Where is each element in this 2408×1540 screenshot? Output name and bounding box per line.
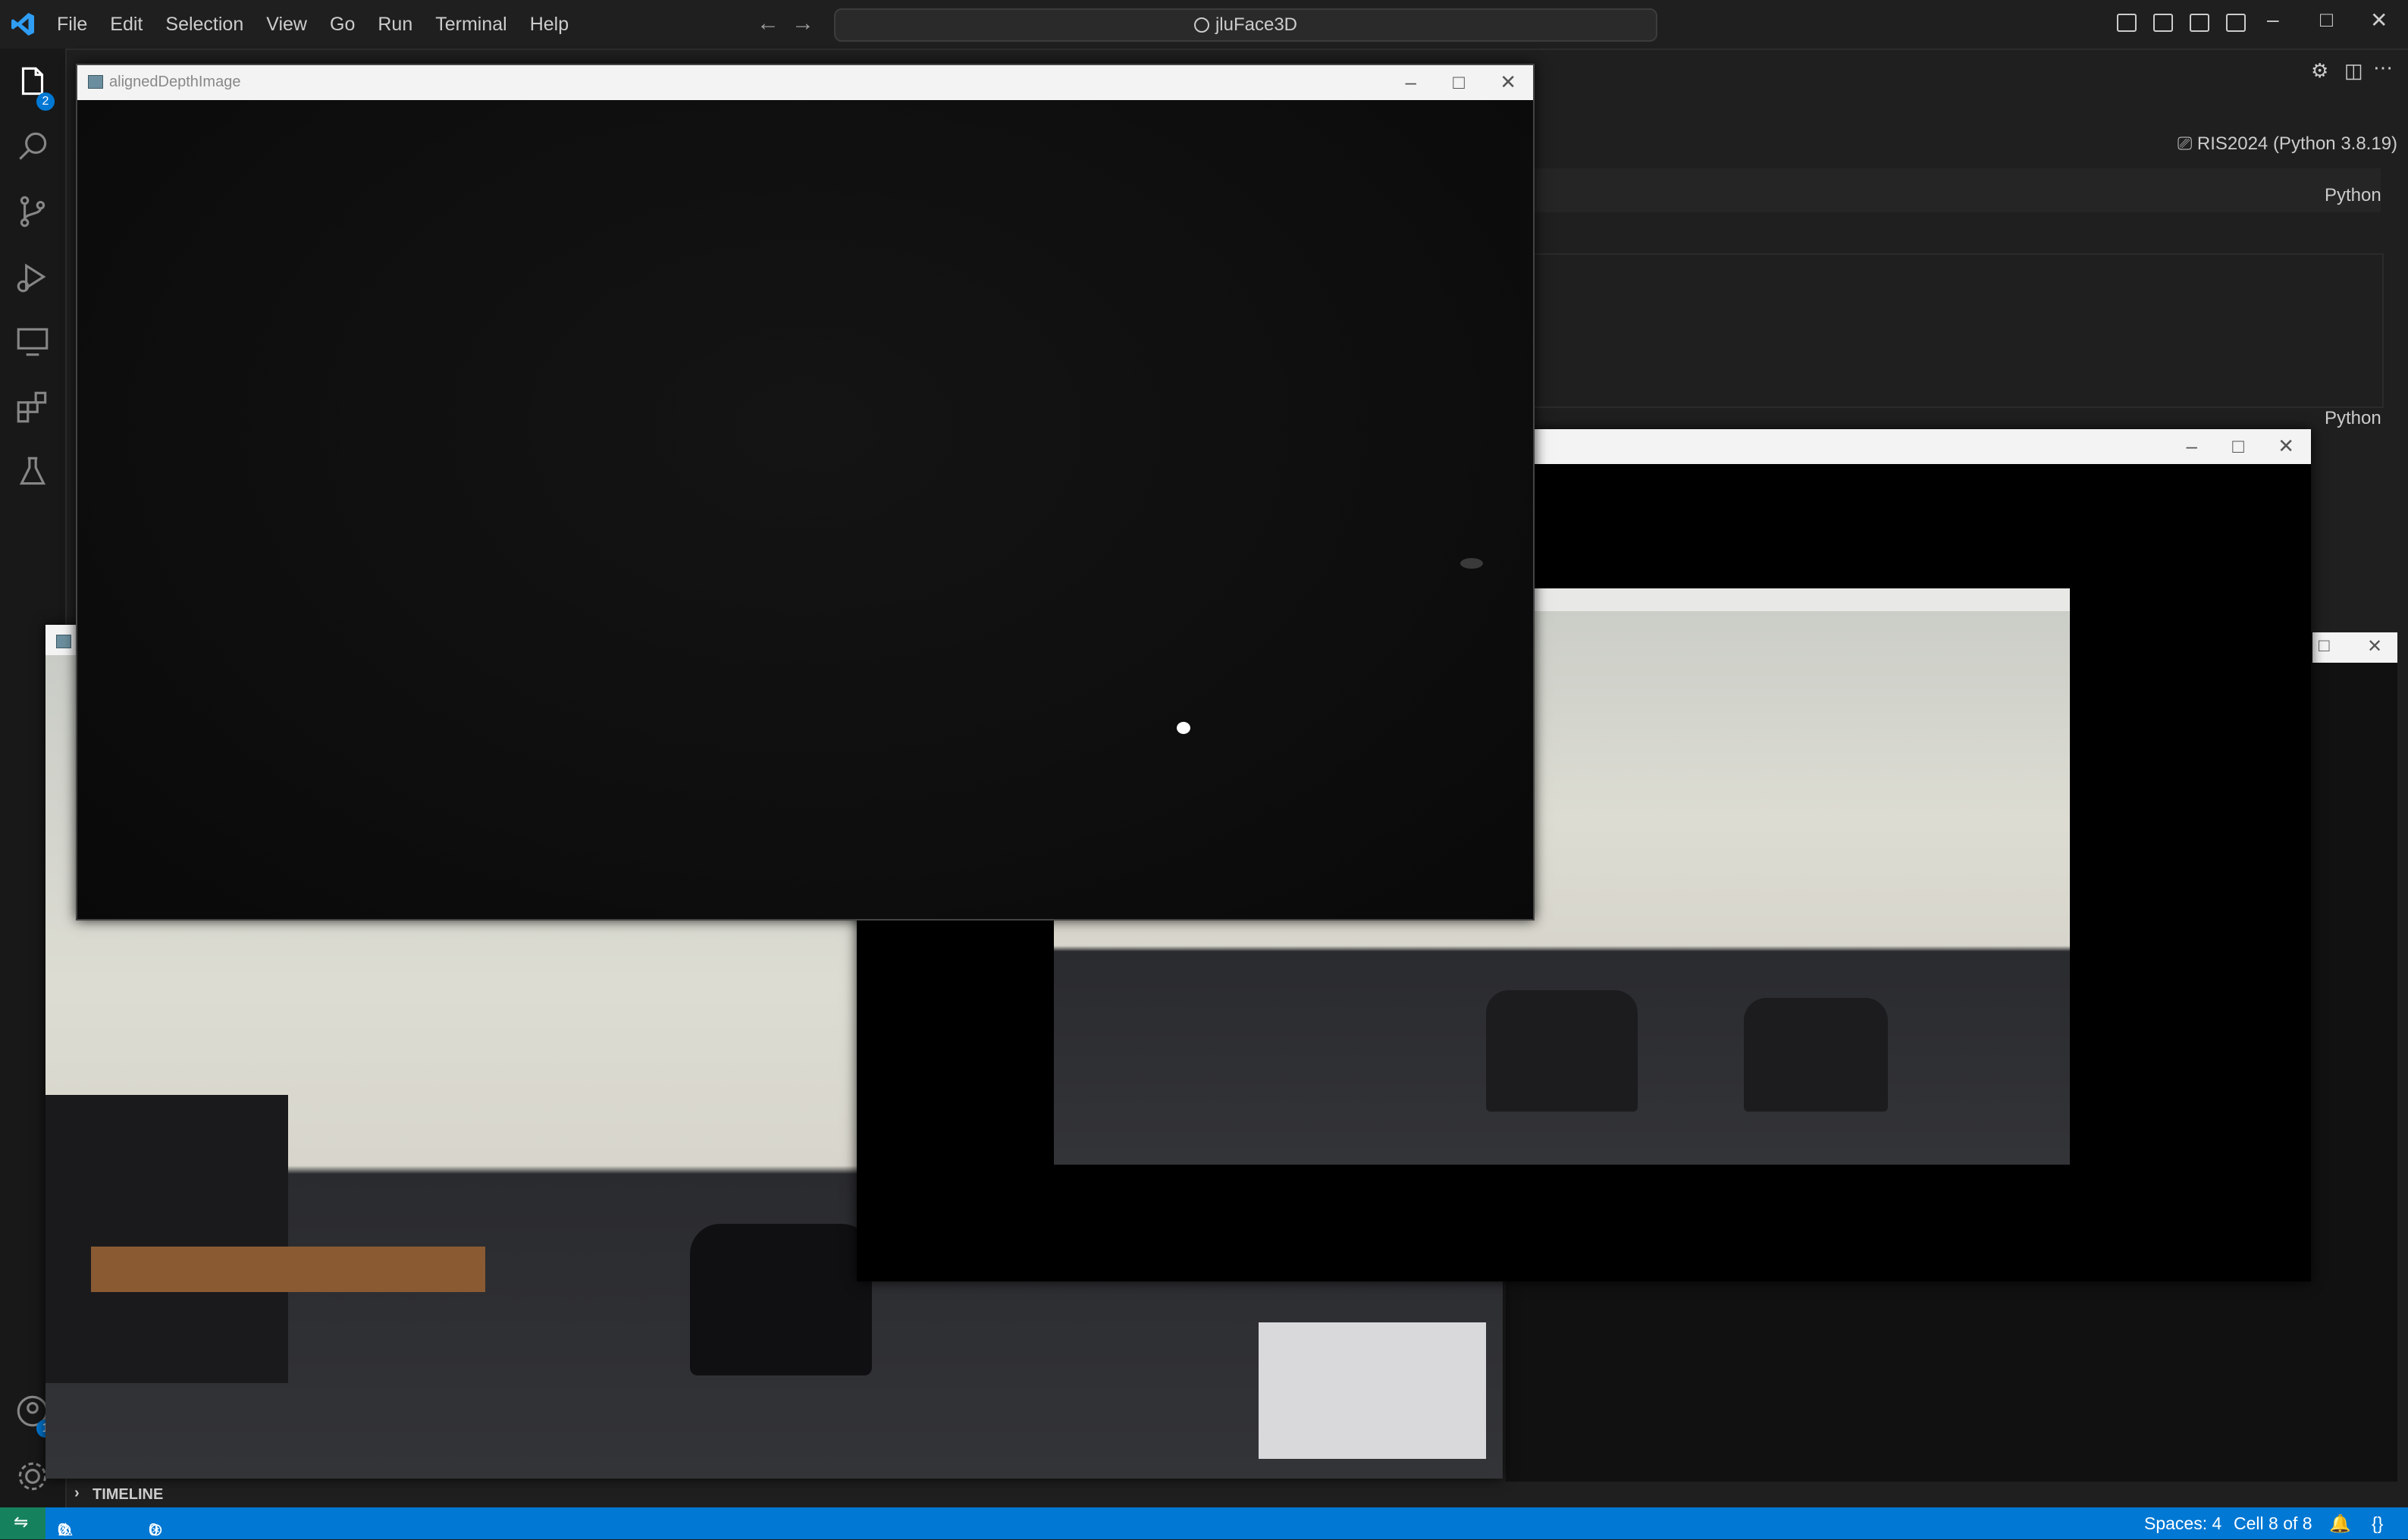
depth-image-window[interactable]: alignedDepthImage – □ ✕ [76,64,1535,921]
depth-image-view [77,100,1533,919]
kernel-icon: ⎚ [2178,133,2197,154]
toggle-primary-sidebar-icon[interactable] [2117,14,2137,32]
depth-hotspot [1177,722,1190,734]
remote-explorer-icon[interactable] [14,323,52,361]
testing-flask-icon[interactable] [14,453,52,491]
forward-arrow-icon[interactable]: → [792,11,814,36]
menu-terminal[interactable]: Terminal [424,14,518,36]
search-view-icon[interactable] [14,127,52,165]
close-icon[interactable]: ✕ [2278,434,2294,458]
maximize-icon[interactable]: □ [1453,71,1465,94]
run-debug-icon[interactable] [14,258,52,296]
minimize-icon[interactable]: – [2187,434,2197,458]
split-editor-icon[interactable]: ◫ [2344,59,2363,83]
extensions-icon[interactable] [14,388,52,426]
menu-help[interactable]: Help [519,14,580,36]
remote-icon: ⇋ [14,1512,29,1532]
depth-window-titlebar: alignedDepthImage – □ ✕ [77,65,1533,100]
timeline-section[interactable]: › TIMELINE [65,1482,899,1507]
more-actions-icon[interactable]: ⋯ [2373,56,2393,80]
toggle-secondary-sidebar-icon[interactable] [2190,14,2209,32]
command-center-label: jluFace3D [1215,14,1298,35]
maximize-icon[interactable]: □ [2319,635,2330,657]
minimize-icon[interactable]: – [2267,8,2279,32]
customize-layout-icon[interactable] [2226,14,2246,32]
vscode-logo-icon [11,13,34,36]
close-icon[interactable]: ✕ [2370,8,2388,33]
settings-gear-icon[interactable]: ⚙ [2311,59,2328,83]
menu-selection[interactable]: Selection [154,14,255,36]
depth-blob [1460,558,1483,569]
desk-shape [91,1247,485,1292]
editor-actions: ⚙ ◫ ⋯ [2281,56,2394,85]
maximize-icon[interactable]: □ [2320,8,2333,32]
indentation-status[interactable]: Spaces: 4 [2144,1513,2221,1534]
warning-count: 0 [58,1520,67,1539]
status-bar: ⇋ ⊗ 0 ⚠ 0 ⊛ 0 Spaces: 4 Cell 8 of 8 🔔 {} [0,1507,2408,1539]
kernel-label: RIS2024 (Python 3.8.19) [2196,133,2398,154]
copilot-icon[interactable]: {} [2372,1513,2383,1534]
menu-run[interactable]: Run [366,14,424,36]
chair-shape [1486,990,1638,1112]
window-icon [88,75,103,89]
command-center-search[interactable]: jluFace3D [834,8,1657,42]
remote-indicator[interactable]: ⇋ [0,1507,45,1539]
toggle-panel-icon[interactable] [2153,14,2173,32]
source-control-icon[interactable] [14,193,52,231]
laptop-shape [1259,1322,1486,1459]
window-icon [56,635,71,648]
chevron-right-icon: › [74,1485,80,1501]
maximize-icon[interactable]: □ [2232,434,2244,458]
monitor-shape [45,1095,288,1383]
cell-language-2[interactable]: Python [2325,408,2381,429]
title-bar: File Edit Selection View Go Run Terminal… [0,0,2408,50]
menu-file[interactable]: File [45,14,99,36]
depth-window-title: alignedDepthImage [109,74,241,90]
chair-shape [690,1224,872,1375]
menu-view[interactable]: View [255,14,318,36]
explorer-badge: 2 [36,93,55,111]
menu-edit[interactable]: Edit [99,14,154,36]
close-icon[interactable]: ✕ [1500,71,1516,94]
search-icon [1193,17,1209,33]
cell-position-status[interactable]: Cell 8 of 8 [2234,1513,2312,1534]
close-icon[interactable]: ✕ [2367,635,2382,657]
minimize-icon[interactable]: – [1406,71,1416,94]
timeline-header: TIMELINE [92,1486,164,1503]
kernel-picker[interactable]: ⎚ RIS2024 (Python 3.8.19) [2178,133,2397,155]
chair-shape [1744,998,1888,1112]
back-arrow-icon[interactable]: ← [757,11,779,36]
menu-go[interactable]: Go [318,14,366,36]
menu-bar: File Edit Selection View Go Run Terminal… [45,0,580,49]
ports-count: 0 [149,1520,158,1539]
background-window-titlebar: □ ✕ [2312,632,2397,663]
notifications-bell-icon[interactable]: 🔔 [2329,1513,2351,1534]
cell-language-1[interactable]: Python [2325,185,2381,206]
